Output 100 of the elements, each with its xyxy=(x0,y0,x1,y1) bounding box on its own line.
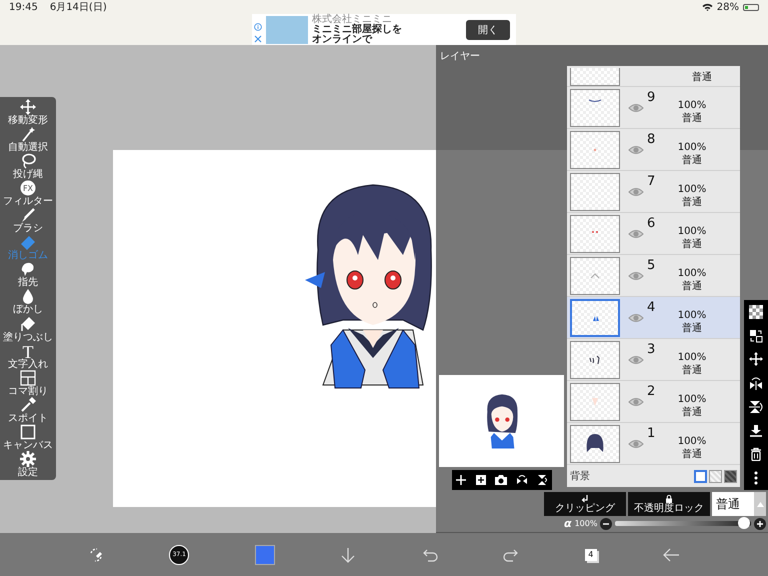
move-tool-icon xyxy=(20,99,36,115)
background-swatch[interactable] xyxy=(709,470,722,482)
tool-button[interactable]: 移動変形 xyxy=(0,99,56,126)
status-time: 19:45 xyxy=(9,2,38,12)
down-arrow-icon[interactable] xyxy=(340,546,356,562)
layer-blend-mode: 普通 xyxy=(682,196,702,208)
redo-icon[interactable] xyxy=(503,546,520,562)
frame-tool-icon xyxy=(20,370,36,386)
layer-row[interactable]: 4 100% 普通 xyxy=(567,297,740,339)
eraser-tool-icon xyxy=(20,234,36,250)
background-swatch[interactable] xyxy=(694,470,707,482)
layer-blend-mode: 普通 xyxy=(682,112,702,124)
blur-tool-icon xyxy=(20,288,36,304)
layer-blend-mode: 普通 xyxy=(692,71,712,85)
merge-down-icon[interactable] xyxy=(749,424,763,438)
layer-number: 3 xyxy=(647,342,656,356)
layer-blend-mode: 普通 xyxy=(682,448,702,460)
layer-number: 2 xyxy=(647,384,656,398)
layer-row[interactable]: 1 100% 普通 xyxy=(567,423,740,465)
flip-vertical-icon[interactable] xyxy=(749,400,763,414)
layer-opacity: 100% xyxy=(678,308,706,322)
tool-button[interactable]: 投げ縄 xyxy=(0,153,56,180)
layer-opacity: 100% xyxy=(678,182,706,196)
flip-horizontal-icon[interactable] xyxy=(749,376,763,390)
battery-icon xyxy=(743,4,759,10)
visibility-eye-icon[interactable] xyxy=(628,102,644,112)
layer-thumbnail xyxy=(570,382,620,420)
tool-button[interactable]: 自動選択 xyxy=(0,126,56,154)
background-swatch[interactable] xyxy=(724,470,737,482)
layer-row[interactable]: 普通 xyxy=(567,66,740,87)
layer-opacity: 100% xyxy=(678,266,706,280)
blend-mode-select[interactable]: 普通 xyxy=(712,492,766,516)
tool-button[interactable]: 指先 xyxy=(0,261,56,288)
layer-thumbnail xyxy=(570,298,620,336)
more-icon[interactable] xyxy=(754,471,758,486)
background-label: 背景 xyxy=(570,470,590,483)
visibility-eye-icon[interactable] xyxy=(628,186,644,196)
clipping-button[interactable]: クリッピング xyxy=(544,492,626,516)
layer-thumbnail xyxy=(570,424,620,462)
add-layer-icon[interactable] xyxy=(474,474,487,486)
layer-row[interactable]: 5 100% 普通 xyxy=(567,255,740,297)
layer-row[interactable]: 8 100% 普通 xyxy=(567,129,740,171)
minus-icon[interactable] xyxy=(600,518,612,530)
trash-icon[interactable] xyxy=(749,447,763,462)
layer-blend-mode: 普通 xyxy=(682,322,702,334)
layer-row[interactable]: 7 100% 普通 xyxy=(567,171,740,213)
flip-vertical-icon[interactable] xyxy=(536,474,548,486)
tool-button[interactable]: スポイト xyxy=(0,396,56,424)
tool-button[interactable]: コマ割り xyxy=(0,370,56,397)
plus-icon[interactable] xyxy=(754,518,766,530)
tool-button[interactable]: 設定 xyxy=(0,450,56,478)
visibility-eye-icon[interactable] xyxy=(628,354,644,364)
ad-banner[interactable]: 株式会社ミニミニ ミニミニ部屋探しを オンラインで 開く xyxy=(252,14,516,45)
close-icon[interactable] xyxy=(254,35,262,43)
add-icon[interactable] xyxy=(455,474,468,486)
layers-button[interactable]: 4 xyxy=(584,548,597,560)
panel-title: レイヤー xyxy=(439,50,481,64)
visibility-eye-icon[interactable] xyxy=(628,396,644,406)
copy-layer-icon[interactable] xyxy=(749,328,763,343)
color-swatch[interactable] xyxy=(254,544,275,564)
tool-button[interactable]: キャンバス xyxy=(0,424,56,451)
layer-row[interactable]: 3 100% 普通 xyxy=(567,339,740,381)
flip-horizontal-icon[interactable] xyxy=(516,474,528,486)
settings-tool-icon xyxy=(20,450,36,467)
layer-number: 1 xyxy=(647,426,656,440)
visibility-eye-icon[interactable] xyxy=(628,438,644,448)
tool-button[interactable]: ぼかし xyxy=(0,288,56,316)
visibility-eye-icon[interactable] xyxy=(628,144,644,154)
layer-row[interactable]: 6 100% 普通 xyxy=(567,213,740,255)
layer-blend-mode: 普通 xyxy=(682,406,702,418)
tool-button[interactable]: ブラシ xyxy=(0,207,56,234)
lock-icon xyxy=(665,494,673,502)
camera-icon[interactable] xyxy=(494,474,508,486)
opacity-reading: 100% xyxy=(574,519,598,528)
undo-icon[interactable] xyxy=(422,546,438,562)
caret-icon xyxy=(756,502,764,506)
visibility-eye-icon[interactable] xyxy=(628,270,644,280)
move-icon[interactable] xyxy=(749,352,763,366)
back-arrow-icon[interactable] xyxy=(662,546,680,562)
background-layer-row[interactable]: 背景 xyxy=(567,465,740,487)
tool-button[interactable]: 塗りつぶし xyxy=(0,316,56,342)
tool-button[interactable]: FX フィルター xyxy=(0,180,56,208)
layer-blend-mode: 普通 xyxy=(682,154,702,166)
ad-headline: ミニミニ部屋探しを xyxy=(312,24,403,34)
tool-button[interactable]: T 文字入れ xyxy=(0,342,56,370)
layer-thumbnail xyxy=(570,256,620,294)
open-button[interactable]: 開く xyxy=(466,20,510,40)
layer-opacity: 100% xyxy=(678,140,706,154)
visibility-eye-icon[interactable] xyxy=(628,228,644,238)
info-icon[interactable] xyxy=(254,23,262,31)
transform-icon[interactable] xyxy=(88,546,104,562)
layer-thumbnail xyxy=(570,172,620,210)
layer-thumbnail xyxy=(570,214,620,252)
drawing-canvas[interactable] xyxy=(113,150,436,507)
layer-row[interactable]: 2 100% 普通 xyxy=(567,381,740,423)
fx-tool-icon: FX xyxy=(20,180,36,196)
layer-row[interactable]: 9 100% 普通 xyxy=(567,87,740,129)
checker-icon[interactable] xyxy=(749,304,763,319)
alpha-lock-button[interactable]: 不透明度ロック xyxy=(628,492,710,516)
wifi-icon xyxy=(702,3,713,11)
